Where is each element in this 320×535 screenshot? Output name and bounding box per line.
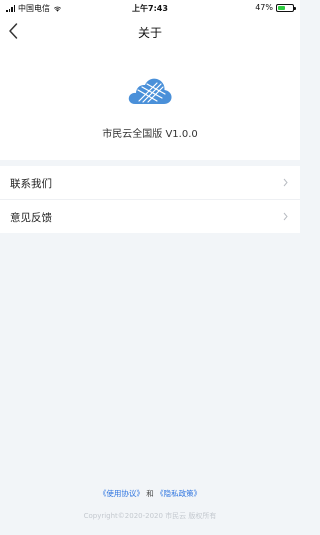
chevron-right-icon bbox=[283, 178, 288, 187]
menu-item-label: 联系我们 bbox=[10, 178, 52, 190]
user-agreement-link[interactable]: 《使用协议》 bbox=[99, 489, 144, 498]
battery-percent: 47% bbox=[255, 3, 273, 12]
battery-icon bbox=[276, 3, 296, 12]
status-right: 47% bbox=[255, 3, 296, 12]
app-name-version: 市民云全国版 V1.0.0 bbox=[102, 129, 198, 140]
cloud-logo-icon bbox=[128, 78, 172, 104]
copyright-text: Copyright©2020-2020 市民云 版权所有 bbox=[83, 512, 217, 520]
app-info-card: 市民云全国版 V1.0.0 bbox=[0, 46, 300, 160]
menu-item-contact-us[interactable]: 联系我们 bbox=[0, 166, 300, 199]
status-bar: 中国电信 上午7:43 47% bbox=[0, 0, 300, 16]
page-title: 关于 bbox=[137, 26, 162, 40]
footer-links: 《使用协议》 和 《隐私政策》 bbox=[0, 488, 300, 499]
menu-item-feedback[interactable]: 意见反馈 bbox=[0, 199, 300, 233]
chevron-right-icon bbox=[283, 212, 288, 221]
menu-item-label: 意见反馈 bbox=[10, 212, 52, 224]
menu-list: 联系我们 意见反馈 bbox=[0, 166, 300, 233]
battery-level bbox=[278, 5, 285, 10]
footer-and-text: 和 bbox=[146, 489, 154, 498]
privacy-policy-link[interactable]: 《隐私政策》 bbox=[156, 489, 201, 498]
nav-bar: 关于 bbox=[0, 16, 300, 46]
